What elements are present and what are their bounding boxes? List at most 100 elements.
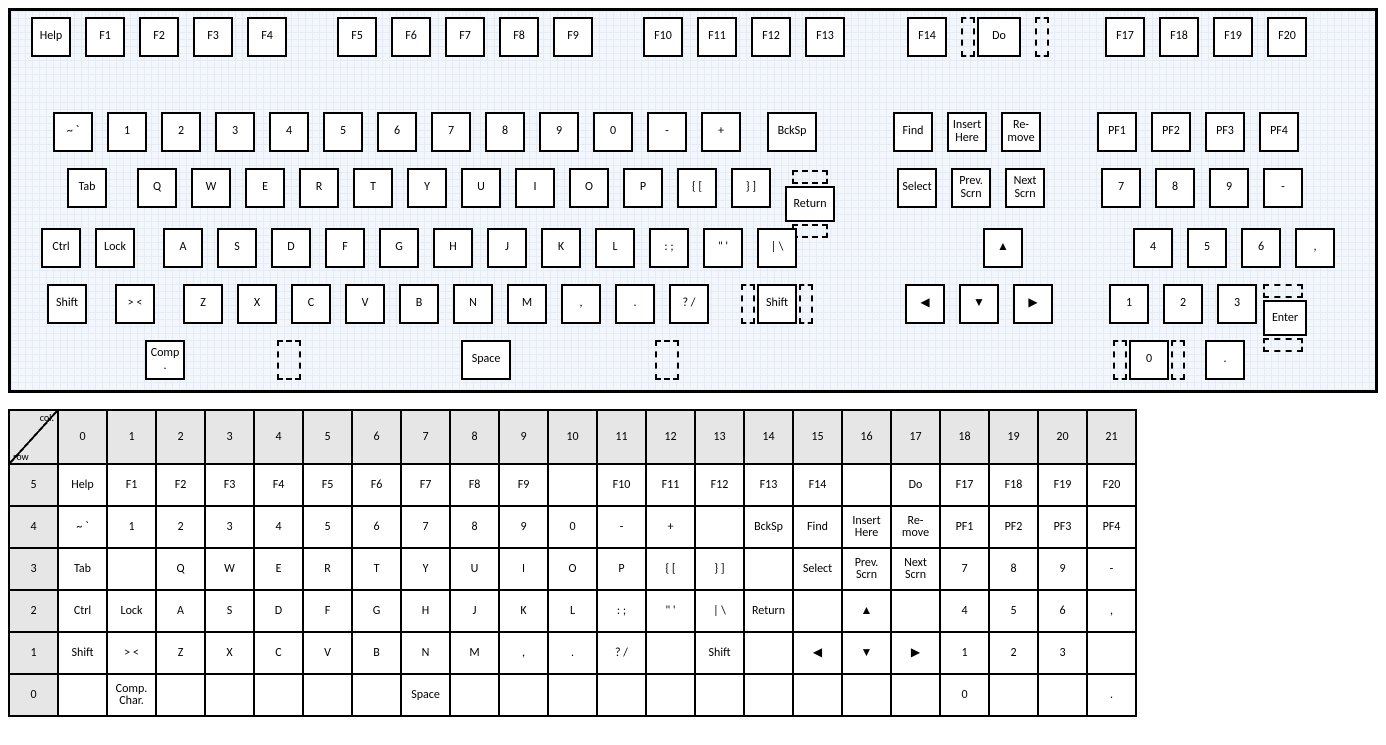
key-f13[interactable]: F13 [805,17,845,57]
key-num-5[interactable]: 5 [1187,228,1227,268]
key-shift-left[interactable]: Shift [47,284,87,324]
key-n[interactable]: N [453,284,493,324]
key-num-1[interactable]: 1 [1109,284,1149,324]
key-u[interactable]: U [461,168,501,208]
key-j[interactable]: J [487,228,527,268]
key-pf3[interactable]: PF3 [1205,112,1245,152]
key-f20[interactable]: F20 [1267,17,1307,57]
key-f9[interactable]: F9 [553,17,593,57]
key-z[interactable]: Z [183,284,223,324]
key-next-scrn[interactable]: Next Scrn [1005,168,1045,208]
key-backslash[interactable]: | \ [757,228,797,268]
key-f4[interactable]: F4 [247,17,287,57]
key-f17[interactable]: F17 [1105,17,1145,57]
key-num-8[interactable]: 8 [1155,168,1195,208]
key-q[interactable]: Q [137,168,177,208]
key-f10[interactable]: F10 [643,17,683,57]
key-b[interactable]: B [399,284,439,324]
key-num-0[interactable]: 0 [1129,340,1169,380]
key-arrow-right[interactable]: ▶ [1013,284,1053,324]
key-pf2[interactable]: PF2 [1151,112,1191,152]
key-4[interactable]: 4 [269,112,309,152]
key-y[interactable]: Y [407,168,447,208]
key-prev-scrn[interactable]: Prev. Scrn [951,168,991,208]
key-num-7[interactable]: 7 [1101,168,1141,208]
key-num-minus[interactable]: - [1263,168,1303,208]
key-lock[interactable]: Lock [95,228,135,268]
key-7[interactable]: 7 [431,112,471,152]
key-9[interactable]: 9 [539,112,579,152]
key-help[interactable]: Help [31,17,71,57]
key-0[interactable]: 0 [593,112,633,152]
key-s[interactable]: S [217,228,257,268]
key-1[interactable]: 1 [107,112,147,152]
key-w[interactable]: W [191,168,231,208]
key-v[interactable]: V [345,284,385,324]
key-e[interactable]: E [245,168,285,208]
key-f2[interactable]: F2 [139,17,179,57]
key-tilde[interactable]: ~ ` [53,112,93,152]
key-num-9[interactable]: 9 [1209,168,1249,208]
key-num-comma[interactable]: , [1295,228,1335,268]
key-2[interactable]: 2 [161,112,201,152]
key-shift-right[interactable]: Shift [757,284,797,324]
key-k[interactable]: K [541,228,581,268]
key-select[interactable]: Select [897,168,937,208]
key-slash[interactable]: ? / [669,284,709,324]
key-enter[interactable]: Enter [1263,284,1307,352]
key-ctrl[interactable]: Ctrl [41,228,81,268]
key-pf1[interactable]: PF1 [1097,112,1137,152]
key-tab[interactable]: Tab [67,168,107,208]
key-minus[interactable]: - [647,112,687,152]
key-f1[interactable]: F1 [85,17,125,57]
key-d[interactable]: D [271,228,311,268]
key-l[interactable]: L [595,228,635,268]
key-g[interactable]: G [379,228,419,268]
key-num-2[interactable]: 2 [1163,284,1203,324]
key-f19[interactable]: F19 [1213,17,1253,57]
key-f5[interactable]: F5 [337,17,377,57]
key-5[interactable]: 5 [323,112,363,152]
key-h[interactable]: H [433,228,473,268]
key-f[interactable]: F [325,228,365,268]
key-c[interactable]: C [291,284,331,324]
key-comma[interactable]: , [561,284,601,324]
key-r[interactable]: R [299,168,339,208]
key-insert-here[interactable]: Insert Here [947,112,987,152]
key-do[interactable]: Do [977,17,1021,57]
key-a[interactable]: A [163,228,203,268]
key-f8[interactable]: F8 [499,17,539,57]
key-backspace[interactable]: BckSp [767,112,817,152]
key-num-3[interactable]: 3 [1217,284,1257,324]
key-m[interactable]: M [507,284,547,324]
key-period[interactable]: . [615,284,655,324]
key-bracket-close[interactable]: } ] [731,168,771,208]
key-f14[interactable]: F14 [907,17,947,57]
key-f7[interactable]: F7 [445,17,485,57]
key-pf4[interactable]: PF4 [1259,112,1299,152]
key-i[interactable]: I [515,168,555,208]
key-t[interactable]: T [353,168,393,208]
key-arrow-left[interactable]: ◀ [905,284,945,324]
key-f3[interactable]: F3 [193,17,233,57]
key-comp[interactable]: Comp . [145,340,185,380]
key-plus[interactable]: + [701,112,741,152]
key-remove[interactable]: Re- move [1001,112,1041,152]
key-quote[interactable]: " ' [703,228,743,268]
key-x[interactable]: X [237,284,277,324]
key-arrow-up[interactable]: ▲ [983,228,1023,268]
key-p[interactable]: P [623,168,663,208]
key-arrow-down[interactable]: ▼ [959,284,999,324]
key-num-dot[interactable]: . [1205,340,1245,380]
key-num-4[interactable]: 4 [1133,228,1173,268]
key-f6[interactable]: F6 [391,17,431,57]
key-o[interactable]: O [569,168,609,208]
key-num-6[interactable]: 6 [1241,228,1281,268]
key-bracket-open[interactable]: { [ [677,168,717,208]
key-f18[interactable]: F18 [1159,17,1199,57]
key-find[interactable]: Find [893,112,933,152]
key-space[interactable]: Space [461,340,511,380]
key-semicolon[interactable]: : ; [649,228,689,268]
key-angle[interactable]: > < [115,284,155,324]
key-8[interactable]: 8 [485,112,525,152]
